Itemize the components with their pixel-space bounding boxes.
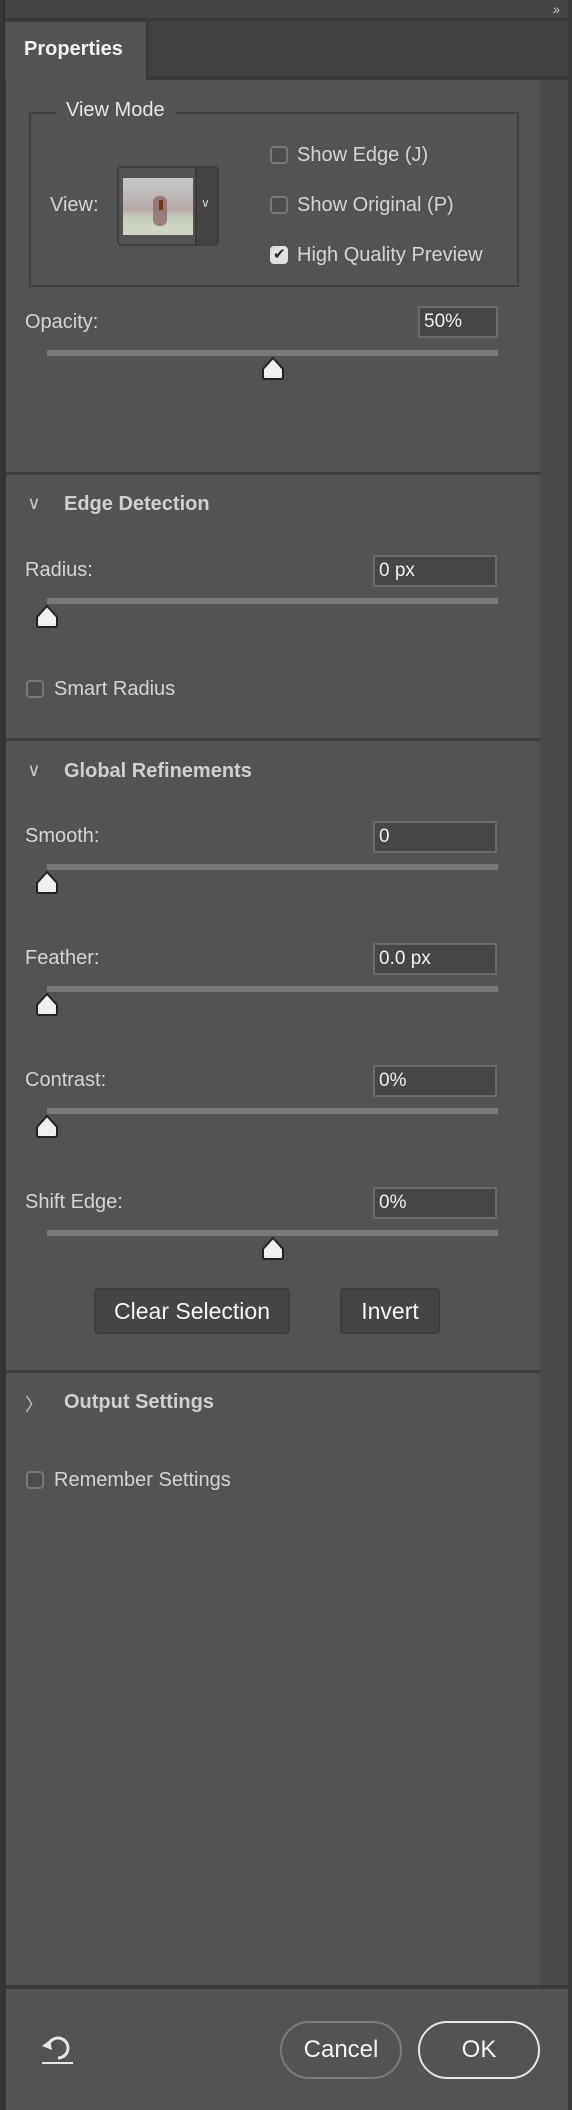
high-quality-preview-checkbox[interactable]: [270, 245, 288, 264]
section-divider: [6, 1370, 540, 1373]
view-thumbnail-image: [123, 178, 193, 235]
chevron-down-icon: ∨: [201, 196, 210, 210]
ok-button[interactable]: OK: [418, 2021, 540, 2079]
contrast-input[interactable]: [373, 1065, 497, 1097]
chevron-down-icon[interactable]: ∨: [24, 493, 44, 514]
view-dropdown-button[interactable]: ∨: [195, 168, 217, 244]
reset-undo-icon[interactable]: [40, 2030, 76, 2066]
double-chevron-right-icon[interactable]: ››: [553, 1, 560, 17]
smooth-label: Smooth:: [25, 825, 100, 847]
opacity-input[interactable]: [418, 306, 498, 338]
feather-slider-thumb[interactable]: [35, 992, 59, 1016]
opacity-slider-thumb[interactable]: [261, 356, 285, 380]
invert-button[interactable]: Invert: [340, 1288, 440, 1334]
edge-detection-header[interactable]: Edge Detection: [64, 493, 210, 516]
feather-slider-track[interactable]: [47, 986, 498, 992]
panel-right-edge: [568, 0, 572, 2110]
shift-edge-label: Shift Edge:: [25, 1191, 123, 1213]
contrast-slider-track[interactable]: [47, 1108, 498, 1114]
high-quality-preview-label: High Quality Preview: [297, 244, 483, 266]
show-edge-label: Show Edge (J): [297, 144, 429, 166]
smart-radius-checkbox[interactable]: [26, 680, 44, 698]
tab-properties[interactable]: Properties: [5, 22, 148, 80]
shift-edge-input[interactable]: [373, 1187, 497, 1219]
output-settings-header[interactable]: Output Settings: [64, 1391, 214, 1414]
show-original-label: Show Original (P): [297, 194, 454, 216]
show-original-checkbox[interactable]: [270, 196, 288, 214]
contrast-slider-thumb[interactable]: [35, 1114, 59, 1138]
section-divider: [6, 738, 540, 741]
feather-input[interactable]: [373, 943, 497, 975]
view-mode-select[interactable]: ∨: [117, 166, 219, 246]
tab-properties-label: Properties: [24, 38, 123, 60]
contrast-label: Contrast:: [25, 1069, 107, 1091]
view-label: View:: [50, 194, 99, 216]
smooth-input[interactable]: [373, 821, 497, 853]
opacity-label: Opacity:: [25, 311, 99, 333]
radius-input[interactable]: [373, 555, 497, 587]
radius-slider-thumb[interactable]: [35, 604, 59, 628]
chevron-down-icon[interactable]: ∨: [24, 760, 44, 781]
radius-slider-track[interactable]: [47, 598, 498, 604]
scrollbar-track[interactable]: [540, 80, 568, 1986]
smart-radius-label: Smart Radius: [54, 678, 176, 700]
show-edge-checkbox[interactable]: [270, 146, 288, 164]
footer-divider: [6, 1985, 568, 1988]
global-refinements-header[interactable]: Global Refinements: [64, 760, 252, 783]
smooth-slider-track[interactable]: [47, 864, 498, 870]
chevron-right-icon[interactable]: 〉: [24, 1391, 44, 1417]
radius-label: Radius:: [25, 559, 93, 581]
shift-edge-slider-thumb[interactable]: [261, 1236, 285, 1260]
cancel-button[interactable]: Cancel: [280, 2021, 402, 2079]
remember-settings-label: Remember Settings: [54, 1469, 231, 1491]
feather-label: Feather:: [25, 947, 100, 969]
view-mode-title: View Mode: [56, 99, 175, 122]
remember-settings-checkbox[interactable]: [26, 1471, 44, 1489]
clear-selection-button[interactable]: Clear Selection: [94, 1288, 290, 1334]
section-divider: [6, 472, 540, 475]
smooth-slider-thumb[interactable]: [35, 870, 59, 894]
thumbnail-figure-detail: [159, 200, 163, 210]
panel-top-strip: ››: [5, 0, 572, 20]
panel-left-edge: [0, 0, 5, 2110]
